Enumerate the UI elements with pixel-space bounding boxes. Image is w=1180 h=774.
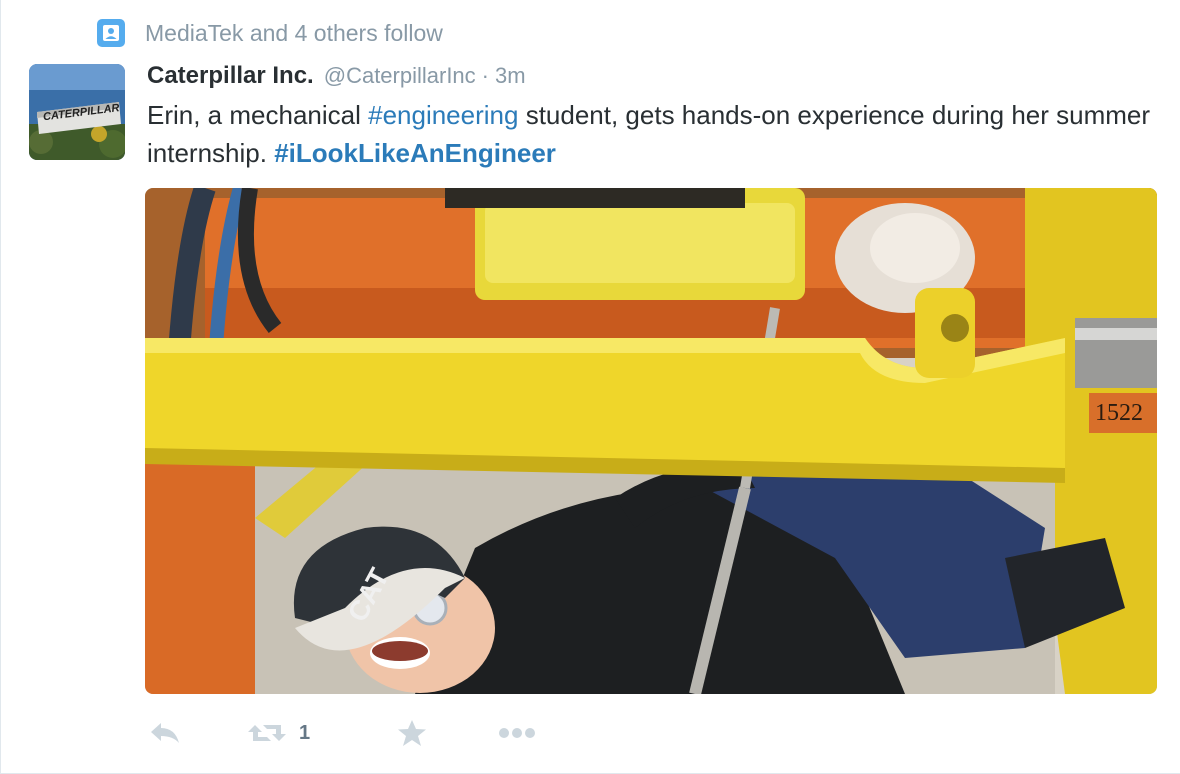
social-context-text: MediaTek and 4 others follow xyxy=(145,19,443,46)
tweet[interactable]: MediaTek and 4 others follow CATERPILLAR… xyxy=(0,0,1180,774)
tweet-text-part1: Erin, a mechanical xyxy=(147,100,369,130)
hashtag-ilooklikeanengineer[interactable]: #iLookLikeAnEngineer xyxy=(274,138,556,168)
tweet-actions: 1 xyxy=(147,712,557,754)
fullname[interactable]: Caterpillar Inc. xyxy=(147,62,314,90)
social-context[interactable]: MediaTek and 4 others follow xyxy=(97,18,443,48)
more-dots-icon xyxy=(499,728,535,738)
favorite-button[interactable] xyxy=(397,718,497,748)
separator-dot: · xyxy=(481,63,489,88)
reply-icon xyxy=(151,723,179,743)
follow-person-icon xyxy=(97,19,125,47)
tweet-header: Caterpillar Inc. @CaterpillarInc · 3m xyxy=(147,62,526,94)
machine-number-text: 1522 xyxy=(1095,400,1143,426)
tweet-photo[interactable]: 1522 CAT xyxy=(145,188,1157,694)
retweet-count: 1 xyxy=(299,721,311,744)
star-icon xyxy=(398,720,426,746)
retweet-icon xyxy=(248,725,286,741)
more-button[interactable] xyxy=(497,726,557,740)
hashtag-engineering[interactable]: #engineering xyxy=(368,100,518,130)
username[interactable]: @CaterpillarInc xyxy=(324,63,476,89)
tweet-text: Erin, a mechanical #engineering student,… xyxy=(147,96,1157,172)
retweet-button[interactable]: 1 xyxy=(247,719,397,747)
reply-button[interactable] xyxy=(147,719,247,747)
timestamp[interactable]: 3m xyxy=(495,63,526,89)
avatar[interactable]: CATERPILLAR xyxy=(29,64,125,160)
